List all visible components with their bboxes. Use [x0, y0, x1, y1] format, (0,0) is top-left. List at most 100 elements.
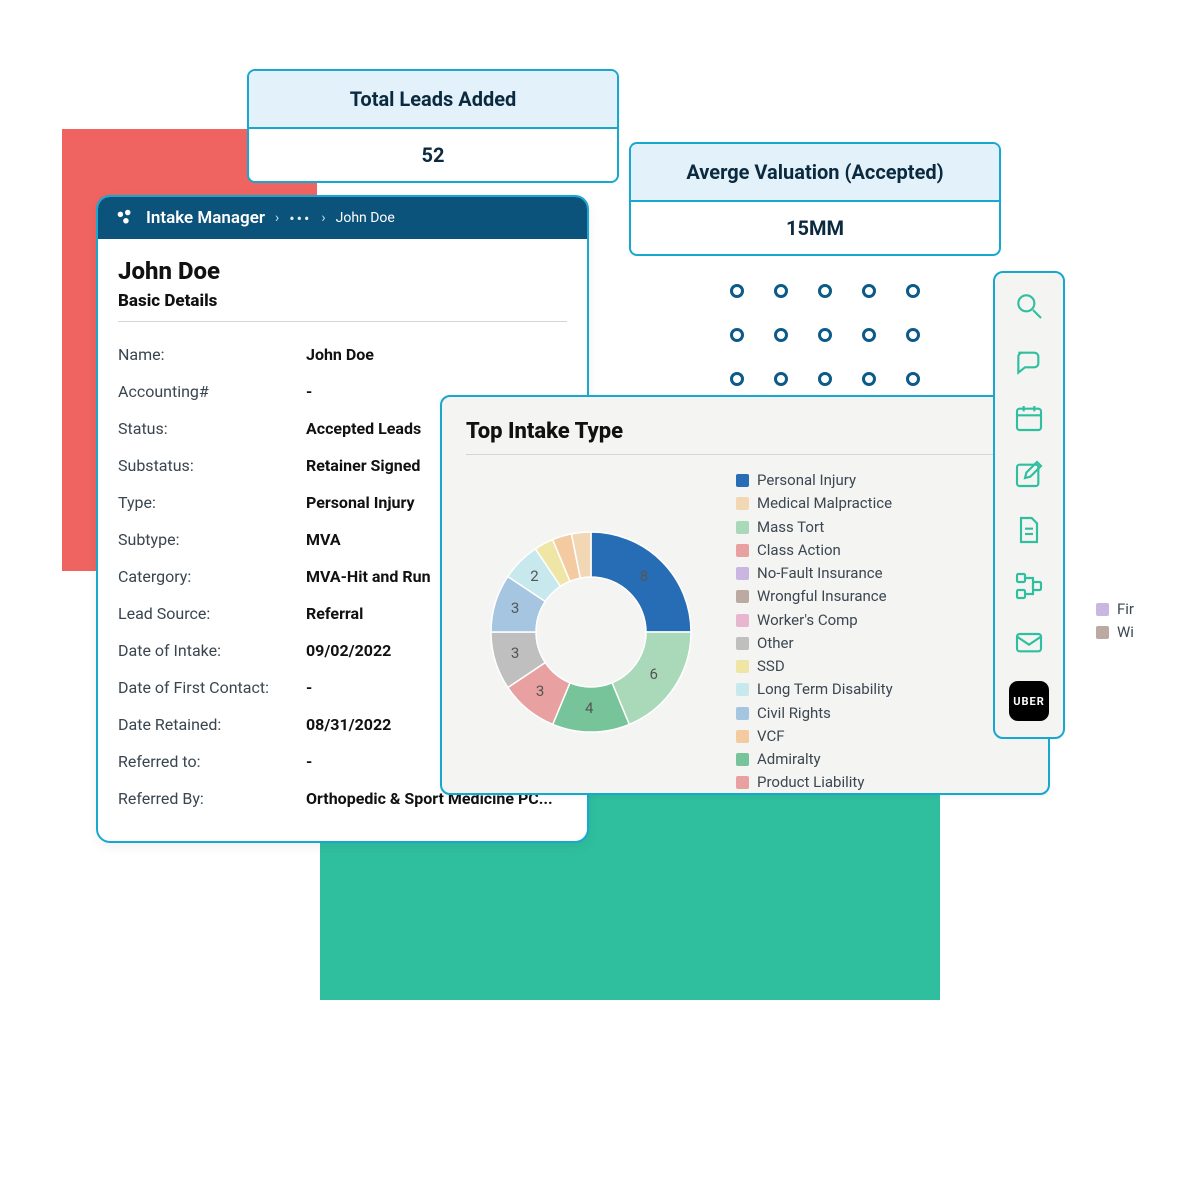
- legend-swatch: [736, 544, 749, 557]
- legend-swatch: [736, 753, 749, 766]
- detail-label: Date Retained:: [118, 715, 298, 734]
- mail-icon[interactable]: [1012, 625, 1046, 659]
- legend-label: Wi: [1117, 621, 1134, 644]
- legend-swatch: [736, 521, 749, 534]
- detail-value: John Doe: [306, 345, 374, 364]
- total-leads-card: Total Leads Added 52: [247, 69, 619, 183]
- basic-details-heading: Basic Details: [118, 291, 567, 322]
- legend-item: Wrongful Insurance: [736, 585, 893, 608]
- legend-item: Civil Rights: [736, 702, 893, 725]
- legend-swatch: [736, 776, 749, 789]
- edit-icon[interactable]: [1012, 457, 1046, 491]
- legend-swatch: [1096, 603, 1109, 616]
- legend-item: Medical Malpractice: [736, 492, 893, 515]
- detail-value: -: [306, 752, 312, 771]
- record-name-heading: John Doe: [118, 257, 567, 285]
- legend-item: Class Action: [736, 539, 893, 562]
- legend-label: SSD: [757, 655, 785, 678]
- legend-swatch: [1096, 626, 1109, 639]
- legend-swatch: [736, 474, 749, 487]
- legend-label: Product Liability: [757, 771, 864, 794]
- detail-value: Accepted Leads: [306, 419, 421, 438]
- top-intake-type-card: Top Intake Type 8643332 Personal InjuryM…: [440, 395, 1050, 795]
- decorative-dot-grid: [730, 284, 920, 386]
- legend-swatch: [736, 614, 749, 627]
- avg-valuation-title: Averge Valuation (Accepted): [631, 144, 999, 202]
- donut-slice: [591, 532, 691, 632]
- legend-item: VCF: [736, 725, 893, 748]
- detail-value: Personal Injury: [306, 493, 415, 512]
- detail-label: Status:: [118, 419, 298, 438]
- legend-label: Wrongful Insurance: [757, 585, 887, 608]
- detail-value: -: [306, 382, 312, 401]
- legend-item: Admiralty: [736, 748, 893, 771]
- legend-item: Mass Tort: [736, 516, 893, 539]
- legend-swatch: [736, 683, 749, 696]
- breadcrumb-ellipsis[interactable]: •••: [289, 209, 311, 228]
- detail-value: -: [306, 678, 312, 697]
- detail-row: Name:John Doe: [118, 336, 567, 373]
- chart-legend: Personal InjuryMedical MalpracticeMass T…: [736, 469, 893, 795]
- total-leads-title: Total Leads Added: [249, 71, 617, 129]
- legend-swatch: [736, 637, 749, 650]
- quick-action-sidebar: UBER: [993, 271, 1065, 739]
- legend-label: Other: [757, 632, 794, 655]
- legend-swatch: [736, 730, 749, 743]
- legend-label: Personal Injury: [757, 469, 856, 492]
- legend-label: Civil Rights: [757, 702, 831, 725]
- calendar-icon[interactable]: [1012, 401, 1046, 435]
- legend-swatch: [736, 590, 749, 603]
- uber-app-icon[interactable]: UBER: [1009, 681, 1049, 721]
- chat-icon[interactable]: [1012, 345, 1046, 379]
- avg-valuation-value: 15MM: [631, 202, 999, 254]
- detail-label: Catergory:: [118, 567, 298, 586]
- avg-valuation-card: Averge Valuation (Accepted) 15MM: [629, 142, 1001, 256]
- detail-label: Substatus:: [118, 456, 298, 475]
- detail-value: 08/31/2022: [306, 715, 391, 734]
- legend-item: No-Fault Insurance: [736, 562, 893, 585]
- detail-label: Accounting#: [118, 382, 298, 401]
- breadcrumb-separator-icon: ›: [275, 210, 279, 226]
- legend-item: Wi: [1096, 621, 1134, 644]
- detail-label: Referred By:: [118, 789, 298, 808]
- legend-label: No-Fault Insurance: [757, 562, 883, 585]
- detail-value: Referral: [306, 604, 363, 623]
- legend-label: Mass Tort: [757, 516, 824, 539]
- legend-item: Fir: [1096, 598, 1134, 621]
- search-icon[interactable]: [1012, 289, 1046, 323]
- breadcrumb-current: John Doe: [336, 210, 395, 226]
- detail-label: Subtype:: [118, 530, 298, 549]
- legend-label: Class Action: [757, 539, 841, 562]
- document-icon[interactable]: [1012, 513, 1046, 547]
- legend-item: Long Term Disability: [736, 678, 893, 701]
- legend-label: Fir: [1117, 598, 1134, 621]
- detail-value: MVA-Hit and Run: [306, 567, 431, 586]
- legend-label: Medical Malpractice: [757, 492, 892, 515]
- detail-label: Lead Source:: [118, 604, 298, 623]
- total-leads-value: 52: [249, 129, 617, 181]
- chart-title: Top Intake Type: [466, 419, 1024, 455]
- app-logo-icon: [114, 207, 136, 229]
- secondary-legend: FirWi: [1096, 598, 1134, 645]
- detail-label: Date of First Contact:: [118, 678, 298, 697]
- legend-item: Worker's Comp: [736, 609, 893, 632]
- workflow-icon[interactable]: [1012, 569, 1046, 603]
- legend-label: Admiralty: [757, 748, 821, 771]
- legend-swatch: [736, 567, 749, 580]
- donut-chart: 8643332: [466, 507, 716, 757]
- detail-label: Date of Intake:: [118, 641, 298, 660]
- intake-header: Intake Manager › ••• › John Doe: [98, 197, 587, 239]
- legend-swatch: [736, 707, 749, 720]
- detail-label: Referred to:: [118, 752, 298, 771]
- legend-item: SSD: [736, 655, 893, 678]
- breadcrumb-separator-icon: ›: [321, 210, 325, 226]
- legend-swatch: [736, 660, 749, 673]
- legend-label: Worker's Comp: [757, 609, 858, 632]
- legend-item: Other: [736, 632, 893, 655]
- app-title: Intake Manager: [146, 208, 265, 228]
- legend-label: VCF: [757, 725, 785, 748]
- detail-label: Type:: [118, 493, 298, 512]
- legend-label: Long Term Disability: [757, 678, 893, 701]
- detail-value: MVA: [306, 530, 341, 549]
- legend-item: Product Liability: [736, 771, 893, 794]
